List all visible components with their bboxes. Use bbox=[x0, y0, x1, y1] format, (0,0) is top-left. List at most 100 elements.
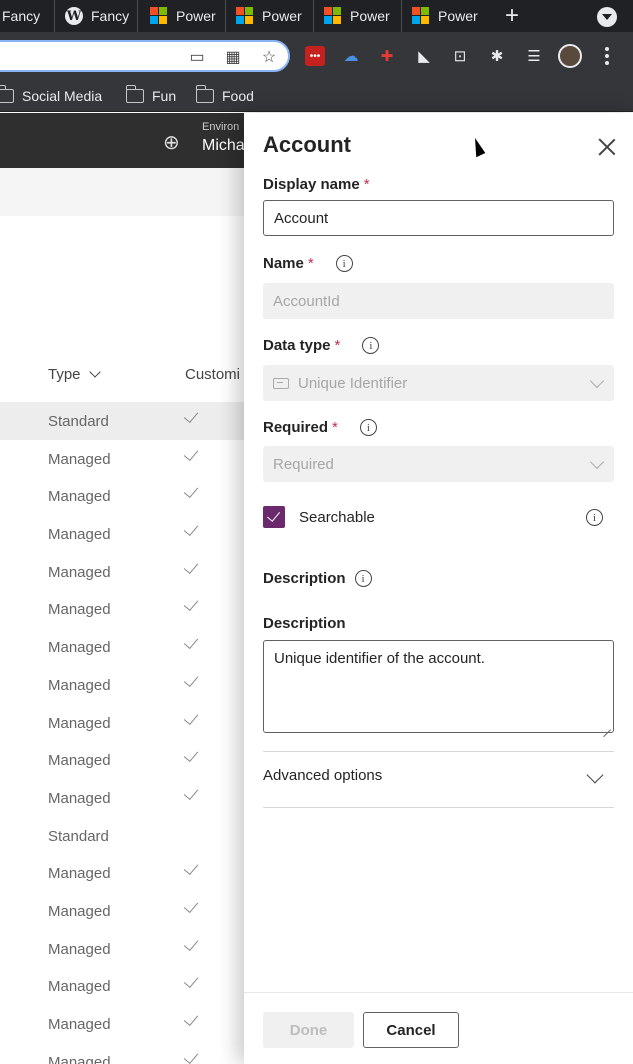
browser-tab[interactable]: Power bbox=[226, 0, 314, 32]
cast-icon[interactable]: ▭ bbox=[187, 47, 207, 67]
data-type-select: Unique Identifier bbox=[263, 365, 614, 401]
profile-avatar[interactable] bbox=[558, 44, 582, 68]
microsoft-icon bbox=[324, 7, 342, 25]
table-row[interactable]: Managed bbox=[0, 628, 260, 666]
column-header-type[interactable]: Type bbox=[48, 366, 99, 383]
table-row[interactable]: Standard bbox=[0, 817, 260, 855]
data-type-label: Data type * i bbox=[263, 337, 380, 354]
name-input: AccountId bbox=[263, 283, 614, 319]
table-row[interactable]: Managed bbox=[0, 515, 260, 553]
divider bbox=[263, 807, 614, 808]
required-asterisk: * bbox=[307, 255, 314, 272]
table-row[interactable]: Managed bbox=[0, 666, 260, 704]
browser-tab[interactable]: W Fancy bbox=[55, 0, 138, 32]
tab-search-icon[interactable] bbox=[597, 7, 617, 27]
description-textarea[interactable]: Unique identifier of the account. bbox=[263, 640, 614, 733]
bookmarks-bar: Social Media Fun Food bbox=[0, 80, 633, 112]
checkmark-icon bbox=[183, 634, 199, 650]
browser-tab[interactable]: Power bbox=[314, 0, 402, 32]
done-button[interactable]: Done bbox=[263, 1012, 354, 1048]
browser-menu-icon[interactable] bbox=[597, 44, 617, 68]
bookmark-star-icon[interactable]: ☆ bbox=[259, 47, 279, 67]
tab-title: Fancy bbox=[91, 8, 130, 24]
table-row[interactable]: Managed bbox=[0, 440, 260, 478]
info-icon[interactable]: i bbox=[354, 570, 372, 587]
required-asterisk: * bbox=[332, 419, 338, 436]
column-header-customizable[interactable]: Customi bbox=[185, 366, 240, 383]
table-row[interactable]: Managed bbox=[0, 967, 260, 1005]
environment-name[interactable]: Micha bbox=[202, 137, 245, 155]
data-type-value: Unique Identifier bbox=[298, 374, 408, 392]
row-type: Managed bbox=[48, 526, 111, 544]
required-asterisk: * bbox=[363, 176, 370, 193]
browser-tab[interactable]: Power bbox=[138, 0, 226, 32]
row-type: Managed bbox=[48, 978, 111, 996]
table-row[interactable]: Managed bbox=[0, 477, 260, 515]
table-row[interactable]: Managed bbox=[0, 892, 260, 930]
table-row[interactable]: Managed bbox=[0, 590, 260, 628]
tab-title: Power bbox=[176, 8, 216, 24]
tab-title: Power bbox=[262, 8, 302, 24]
required-label-text: Required bbox=[263, 419, 329, 436]
column-properties-panel: Account Display name * Account Name * i … bbox=[244, 113, 633, 1064]
address-bar[interactable]: ▭ ▦ ☆ bbox=[0, 40, 290, 72]
checkmark-icon bbox=[183, 407, 199, 424]
table-row[interactable]: Managed bbox=[0, 741, 260, 779]
bookmark-folder[interactable]: Food bbox=[195, 80, 254, 112]
info-icon[interactable]: i bbox=[335, 255, 353, 272]
required-asterisk: * bbox=[334, 337, 341, 354]
extension-lastpass-icon[interactable]: ••• bbox=[305, 46, 325, 66]
microsoft-icon bbox=[236, 7, 254, 25]
table-row[interactable]: Managed bbox=[0, 854, 260, 892]
checkmark-icon bbox=[183, 1010, 199, 1027]
bookmark-label: Fun bbox=[152, 88, 177, 104]
table-row[interactable]: Managed bbox=[0, 553, 260, 591]
resize-grip-icon[interactable] bbox=[603, 722, 611, 730]
close-icon[interactable] bbox=[598, 138, 616, 156]
browser-tab[interactable]: Fancy bbox=[0, 0, 55, 32]
info-icon[interactable]: i bbox=[359, 419, 377, 436]
qr-code-icon[interactable]: ▦ bbox=[223, 47, 243, 67]
row-type: Managed bbox=[48, 563, 111, 581]
advanced-options-toggle[interactable]: Advanced options bbox=[263, 767, 382, 784]
microsoft-icon bbox=[412, 7, 430, 25]
extension-search-icon[interactable]: ⊡ bbox=[450, 46, 470, 66]
table-row[interactable]: Standard bbox=[0, 402, 260, 440]
extensions-puzzle-icon[interactable]: ✱ bbox=[487, 46, 507, 66]
checkmark-icon bbox=[183, 521, 199, 537]
new-tab-button[interactable]: + bbox=[496, 0, 528, 32]
divider bbox=[263, 751, 614, 752]
table-row[interactable]: Managed bbox=[0, 1005, 260, 1043]
extension-cross-icon[interactable]: ✚ bbox=[377, 46, 397, 66]
table-row[interactable]: Managed bbox=[0, 930, 260, 968]
row-type: Managed bbox=[48, 1016, 111, 1033]
browser-tab[interactable]: Power bbox=[402, 0, 490, 32]
browser-tab-strip: Fancy W Fancy Power Power Power Power + bbox=[0, 0, 633, 32]
checkmark-icon bbox=[183, 747, 199, 763]
table-row[interactable]: Managed bbox=[0, 779, 260, 817]
checkmark-icon bbox=[183, 445, 199, 461]
row-type: Managed bbox=[48, 601, 111, 619]
table-row[interactable]: Managed bbox=[0, 1043, 260, 1064]
required-value: Required bbox=[273, 455, 334, 473]
data-type-label-text: Data type bbox=[263, 337, 331, 354]
table-row[interactable]: Managed bbox=[0, 704, 260, 742]
info-icon[interactable]: i bbox=[362, 337, 380, 354]
tab-title: Power bbox=[350, 8, 390, 24]
info-icon[interactable]: i bbox=[586, 509, 603, 526]
row-type: Managed bbox=[48, 450, 111, 468]
bookmark-folder[interactable]: Social Media bbox=[0, 80, 102, 112]
bookmark-label: Food bbox=[222, 88, 254, 104]
rss-icon[interactable]: ◣ bbox=[414, 46, 434, 66]
tab-title: Fancy bbox=[2, 8, 41, 24]
bookmark-folder[interactable]: Fun bbox=[125, 80, 177, 112]
checkmark-icon bbox=[183, 897, 199, 913]
searchable-checkbox[interactable] bbox=[263, 506, 285, 528]
chevron-down-icon[interactable] bbox=[586, 766, 604, 784]
description-value: Unique identifier of the account. bbox=[274, 650, 485, 667]
cancel-button[interactable]: Cancel bbox=[363, 1012, 459, 1048]
reading-list-icon[interactable]: ☰ bbox=[524, 46, 544, 66]
display-name-value: Account bbox=[274, 209, 329, 227]
display-name-input[interactable]: Account bbox=[263, 200, 614, 236]
extension-cloud-icon[interactable]: ☁ bbox=[341, 46, 361, 66]
